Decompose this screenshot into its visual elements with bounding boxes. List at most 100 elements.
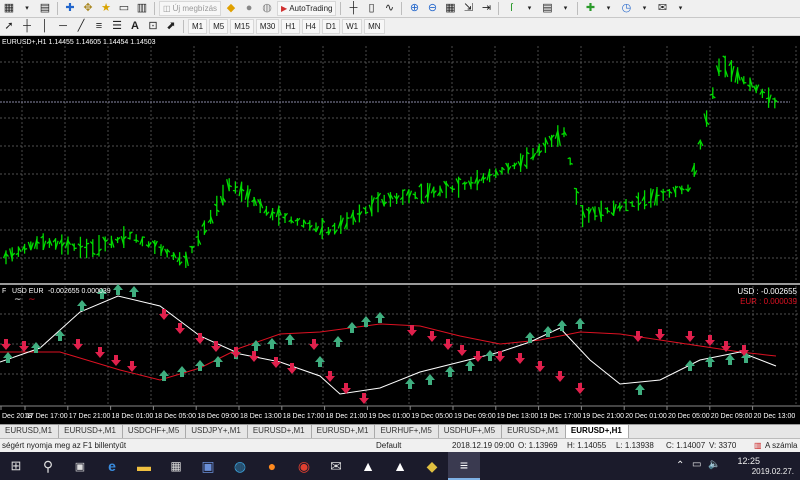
terminal-button[interactable]: ▭ [116,1,132,16]
strategy-tester-button[interactable]: ▥ [134,1,150,16]
horizontal-line-button[interactable]: ─ [55,19,71,34]
chart-tab[interactable]: EURUSD+,M1 [312,425,376,438]
chart-tab[interactable]: EURUSD+,H1 [565,425,629,438]
bar-close-tick [470,181,474,184]
chevron-down-icon: ▾ [527,5,532,12]
chart-tab[interactable]: EURHUF+,M5 [375,425,439,438]
connection-icon[interactable]: ▥ [754,441,762,450]
status-profile[interactable]: Default [376,441,401,450]
autotrading-button[interactable]: ▶ AutoTrading [277,1,337,16]
bar-chart-button[interactable]: ┼ [345,1,361,16]
search-button[interactable]: ⚲ [32,452,64,480]
price-bar [405,189,413,204]
taskbar-save-app[interactable]: ▣ [192,452,224,480]
timeframe-mn-button[interactable]: MN [364,19,385,34]
dropdown-arrow[interactable]: ▾ [636,1,652,16]
network-icon[interactable]: ▭ [692,459,701,470]
indicators-button[interactable]: ſ [503,1,519,16]
profiles-button[interactable]: ▤ [37,1,53,16]
chart-tab[interactable]: USDJPY+,M1 [186,425,248,438]
start-button[interactable]: ⊞ [0,452,32,480]
taskbar-edge[interactable]: e [96,452,128,480]
chart-canvas[interactable]: EURUSD+,H1 1.14455 1.14605 1.14454 1.145… [0,36,800,424]
status-account[interactable]: A számla [765,441,797,450]
dropdown-arrow[interactable]: ▾ [521,1,537,16]
scroll-chart-button[interactable]: ⇲ [460,1,476,16]
zoom-in-button[interactable]: ⊕ [406,1,422,16]
tile-windows-button[interactable]: ▦ [442,1,458,16]
chart-tab[interactable]: EURUSD,M1 [0,425,60,438]
vertical-line-button[interactable]: │ [37,19,53,34]
new-chart-button[interactable]: ▦ [1,1,17,16]
speaker-icon[interactable]: 🔈 [708,459,720,470]
scroll-icon: ⇲ [463,2,474,14]
taskbar-file-explorer[interactable]: ▬ [128,452,160,480]
taskbar-chrome[interactable]: ◉ [288,452,320,480]
chart-tab[interactable]: USDCHF+,M5 [123,425,187,438]
signals-button[interactable]: ◍ [259,1,275,16]
tray-time[interactable]: 12:25 [737,456,760,466]
dropdown-arrow[interactable]: ▾ [557,1,573,16]
navigator-button[interactable]: ✥ [80,1,96,16]
label-tool-button[interactable]: ⊡ [145,19,161,34]
navigator-icon: ✥ [83,2,93,14]
timeframe-m1-button[interactable]: M1 [188,19,208,34]
taskbar-mail[interactable]: ✉ [320,452,352,480]
taskbar-metatrader-3[interactable]: ◆ [416,452,448,480]
price-bar [337,215,344,234]
timeframe-w1-button[interactable]: W1 [342,19,363,34]
timeframe-h4-button[interactable]: H4 [301,19,320,34]
timeframe-m15-button[interactable]: M15 [230,19,254,34]
add-object-button[interactable]: ✚ [582,1,598,16]
tray-date[interactable]: 2019.02.27. [752,467,794,476]
chart-tab[interactable]: EURUSD+,M1 [248,425,312,438]
chart-window[interactable]: EURUSD+,H1 1.14455 1.14605 1.14454 1.145… [0,36,800,424]
dropdown-arrow[interactable]: ▾ [19,1,35,16]
trendline-button[interactable]: ╱ [73,19,89,34]
sell-arrow [457,345,467,356]
timeframe-d1-button[interactable]: D1 [321,19,341,34]
bar-open-tick [493,174,497,177]
line-chart-button[interactable]: ∿ [381,1,397,16]
timeframe-m5-button[interactable]: M5 [209,19,229,34]
fibonacci-button[interactable]: ☰ [109,19,125,34]
taskbar-globe-app[interactable]: ◍ [224,452,256,480]
arrows-tool-button[interactable]: ⬈ [163,19,179,34]
task-view-button[interactable]: ▣ [64,452,96,480]
taskbar-metatrader-2[interactable]: ▲ [384,452,416,480]
new-order-button[interactable]: ◫ Új megbízás [159,1,222,16]
chart-tab[interactable]: EURUSD+,M1 [59,425,123,438]
periods-button[interactable]: ◷ [618,1,634,16]
crosshair-tool-button[interactable]: ┼ [19,19,35,34]
new-order-icon: ◫ [163,4,171,13]
users-button[interactable]: ● [241,1,257,16]
market-watch-button[interactable]: ✚ [62,1,78,16]
time-label: 19 Dec 21:00 [582,413,624,420]
mail-button[interactable]: ✉ [654,1,670,16]
favorites-button[interactable]: ★ [98,1,114,16]
price-bar [84,238,90,259]
taskbar-metatrader-1[interactable]: ▲ [352,452,384,480]
chart-shift-button[interactable]: ⇥ [478,1,494,16]
equidistant-channel-button[interactable]: ≡ [91,19,107,34]
zoom-out-button[interactable]: ⊖ [424,1,440,16]
taskbar-metatrader-active[interactable]: ≡ [448,452,480,480]
taskbar-calculator[interactable]: ▦ [160,452,192,480]
chevron-up-icon[interactable]: ⌃ [676,460,684,471]
cursor-tool-button[interactable]: ➚ [1,19,17,34]
chart-tab[interactable]: USDHUF+,M5 [439,425,503,438]
bar-open-tick [158,246,162,249]
dropdown-arrow[interactable]: ▾ [600,1,616,16]
text-tool-button[interactable]: A [127,19,143,34]
timeframe-m30-button[interactable]: M30 [255,19,280,34]
dropdown-arrow[interactable]: ▾ [672,1,688,16]
timeframe-h1-button[interactable]: H1 [281,19,300,34]
chart-tab[interactable]: EURUSD+,M1 [502,425,566,438]
templates-button[interactable]: ▤ [539,1,555,16]
taskbar-firefox[interactable]: ● [256,452,288,480]
candle-chart-button[interactable]: ▯ [363,1,379,16]
price-bar [325,227,332,236]
price-bar [691,162,698,177]
eur-value-label: EUR : 0.000039 [740,297,797,306]
metaeditor-button[interactable]: ◆ [223,1,239,16]
